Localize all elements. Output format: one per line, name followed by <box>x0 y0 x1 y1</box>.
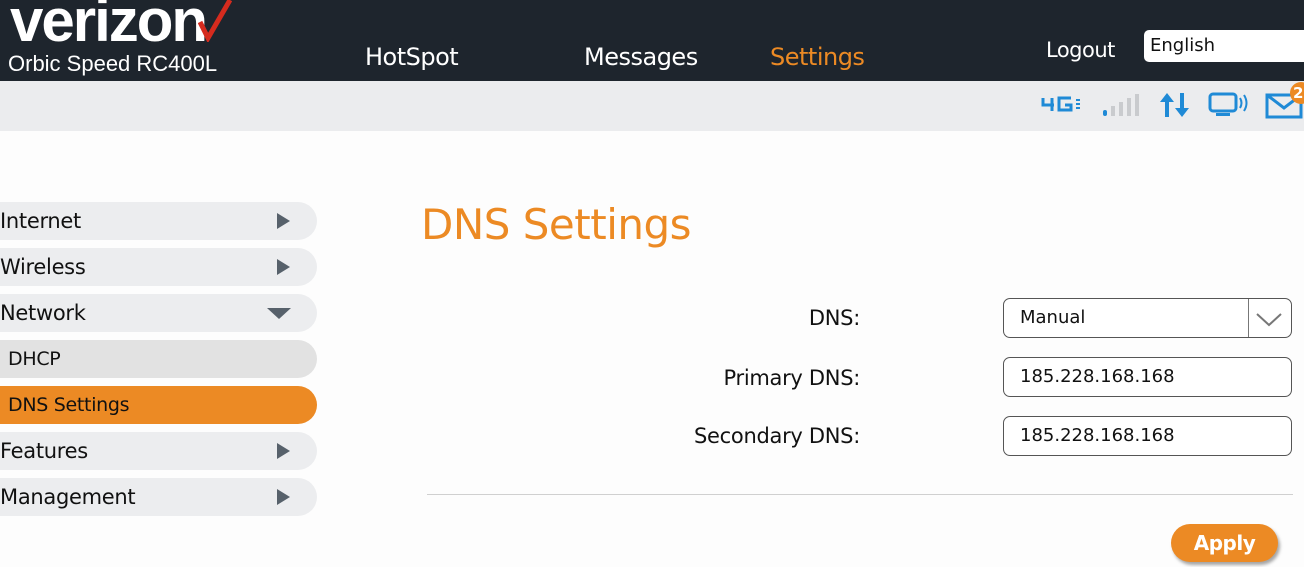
secondary-dns-label: Secondary DNS: <box>694 424 860 448</box>
sidebar-item-features[interactable]: Features <box>0 432 317 470</box>
4g-lte-icon <box>1041 96 1080 112</box>
apply-button[interactable]: Apply <box>1171 524 1278 562</box>
sidebar-item-label: DNS Settings <box>8 394 130 416</box>
chevron-down-icon <box>1256 313 1282 327</box>
divider <box>427 494 1293 495</box>
sidebar-item-network[interactable]: Network <box>0 294 317 332</box>
chevron-right-icon <box>277 443 290 459</box>
verizon-check-icon <box>198 0 232 42</box>
verizon-logo: verizon <box>10 0 208 54</box>
sidebar-item-management[interactable]: Management <box>0 478 317 516</box>
sidebar-item-label: Wireless <box>0 255 86 279</box>
sidebar-item-internet[interactable]: Internet <box>0 202 317 240</box>
nav-messages[interactable]: Messages <box>584 42 698 72</box>
chevron-down-icon <box>267 308 291 319</box>
sidebar-item-dns-settings[interactable]: DNS Settings <box>0 386 317 424</box>
top-header: verizon Orbic Speed RC400L HotSpot Messa… <box>0 0 1304 81</box>
sidebar-item-dhcp[interactable]: DHCP <box>0 340 317 378</box>
sidebar-item-label: DHCP <box>8 348 61 370</box>
primary-dns-input[interactable]: 185.228.168.168 <box>1003 357 1292 397</box>
dns-mode-select[interactable]: Manual <box>1003 298 1292 338</box>
connected-devices-icon[interactable] <box>1208 92 1250 118</box>
sidebar-item-wireless[interactable]: Wireless <box>0 248 317 286</box>
sidebar-item-label: Management <box>0 485 136 509</box>
sidebar-item-label: Network <box>0 301 86 325</box>
sidebar-item-label: Internet <box>0 209 81 233</box>
logout-link[interactable]: Logout <box>1046 36 1115 64</box>
chevron-right-icon <box>277 213 290 229</box>
dropdown-button[interactable] <box>1248 299 1291 337</box>
device-model: Orbic Speed RC400L <box>8 51 218 76</box>
chevron-right-icon <box>277 259 290 275</box>
status-bar <box>0 81 1304 131</box>
dns-mode-value: Manual <box>1020 307 1086 328</box>
nav-hotspot[interactable]: HotSpot <box>365 42 459 72</box>
primary-dns-label: Primary DNS: <box>723 366 860 390</box>
unread-messages-badge: 2 <box>1290 82 1304 104</box>
data-transfer-icon <box>1160 93 1189 117</box>
page-title: DNS Settings <box>421 200 692 249</box>
language-select[interactable]: English <box>1144 30 1304 62</box>
dns-mode-label: DNS: <box>808 306 860 330</box>
sidebar-item-label: Features <box>0 439 88 463</box>
chevron-right-icon <box>277 489 290 505</box>
secondary-dns-input[interactable]: 185.228.168.168 <box>1003 416 1292 456</box>
nav-settings[interactable]: Settings <box>770 42 865 72</box>
signal-strength-icon <box>1103 94 1139 116</box>
